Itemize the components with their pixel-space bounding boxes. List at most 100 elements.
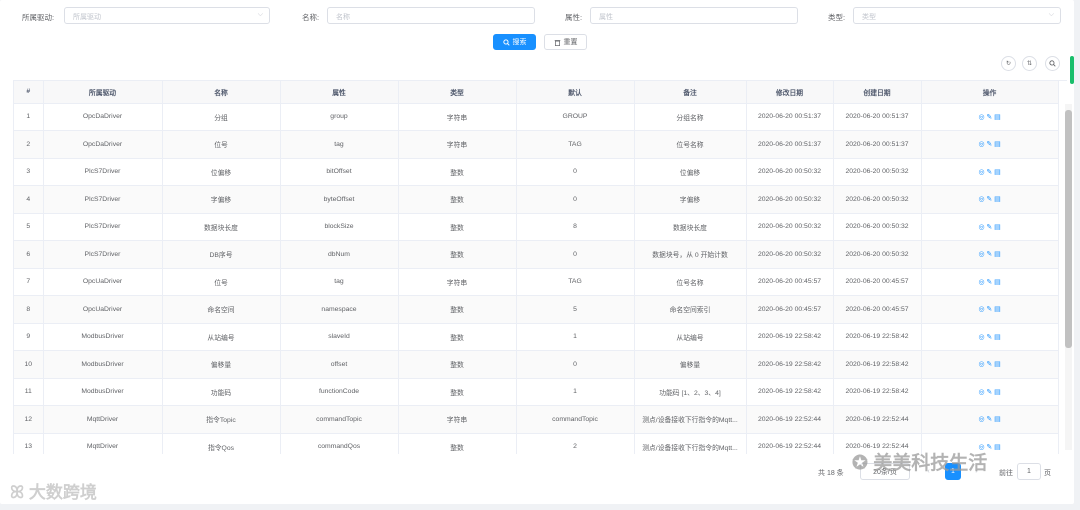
- delete-icon[interactable]: ▤: [994, 251, 1000, 258]
- eye-icon[interactable]: ◎: [978, 334, 984, 341]
- eye-icon[interactable]: ◎: [978, 224, 984, 231]
- eye-icon[interactable]: ◎: [978, 251, 984, 258]
- delete-icon[interactable]: ▤: [994, 306, 1000, 313]
- table-row[interactable]: 10 ModbusDriver 偏移量 offset 整数 0 偏移量 2020-06-19 …: [14, 350, 1059, 379]
- column-header[interactable]: 所属驱动: [43, 81, 163, 104]
- eye-icon[interactable]: ◎: [978, 141, 984, 148]
- table-cell: 分组: [162, 103, 281, 131]
- column-header[interactable]: 属性: [280, 81, 399, 104]
- eye-icon[interactable]: ◎: [978, 389, 984, 396]
- search-icon: [502, 38, 510, 46]
- table-cell: 偏移量: [634, 350, 747, 379]
- table-cell: 2020-06-19 22:58:42: [833, 350, 922, 379]
- edit-icon[interactable]: ✎: [986, 141, 992, 148]
- attr-input-placeholder: 属性: [599, 14, 613, 21]
- delete-icon[interactable]: ▤: [994, 196, 1000, 203]
- delete-icon[interactable]: ▤: [994, 334, 1000, 341]
- table-row[interactable]: 3 PlcS7Driver 位偏移 bitOffset 整数 0 位偏移 2020-06-20…: [14, 158, 1059, 186]
- column-header[interactable]: 创建日期: [833, 81, 922, 104]
- table-cell: 字偏移: [634, 185, 747, 214]
- table-cell: 整数: [398, 295, 517, 324]
- table-row[interactable]: 8 OpcUaDriver 命名空间 namespace 整数 5 命名空间索引 2020-0…: [14, 295, 1059, 324]
- search-button[interactable]: 搜索: [493, 34, 536, 50]
- table-cell: 5: [14, 213, 44, 241]
- column-header[interactable]: 类型: [398, 81, 517, 104]
- table-cell: offset: [280, 350, 399, 379]
- eye-icon[interactable]: ◎: [978, 361, 984, 368]
- reset-button[interactable]: 重置: [544, 34, 587, 50]
- eye-icon[interactable]: ◎: [978, 196, 984, 203]
- table-row[interactable]: 7 OpcUaDriver 位号 tag 字符串 TAG 位号名称 2020-06-20 00…: [14, 268, 1059, 296]
- name-input[interactable]: 名称: [327, 7, 535, 24]
- edit-icon[interactable]: ✎: [986, 334, 992, 341]
- table-row[interactable]: 9 ModbusDriver 从站编号 slaveId 整数 1 从站编号 2020-06-1…: [14, 323, 1059, 351]
- table-cell: 1: [516, 378, 635, 406]
- eye-icon[interactable]: ◎: [978, 279, 984, 286]
- edit-icon[interactable]: ✎: [986, 444, 992, 451]
- table-row[interactable]: 12 MqttDriver 指令Topic commandTopic 字符串 comman…: [14, 405, 1059, 434]
- table-scrollbar-thumb[interactable]: [1065, 110, 1072, 348]
- edit-icon[interactable]: ✎: [986, 196, 992, 203]
- eye-icon[interactable]: ◎: [978, 416, 984, 423]
- table-cell: 2020-06-19 22:58:42: [833, 323, 922, 351]
- table-row[interactable]: 4 PlcS7Driver 字偏移 byteOffset 整数 0 字偏移 2020-06-2…: [14, 185, 1059, 214]
- table-row[interactable]: 1 OpcDaDriver 分组 group 字符串 GROUP 分组名称 2020-06-2…: [14, 103, 1059, 131]
- row-actions: ◎ ✎ ▤: [921, 185, 1059, 214]
- table-cell: 数据块号，从 0 开始计数: [634, 240, 747, 269]
- table-cell: 2020-06-20 00:51:37: [833, 130, 922, 159]
- watermark-right: ✪ 美美科技生活: [852, 448, 987, 475]
- delete-icon[interactable]: ▤: [994, 169, 1000, 176]
- column-header[interactable]: 修改日期: [746, 81, 834, 104]
- edit-icon[interactable]: ✎: [986, 389, 992, 396]
- table-cell: TAG: [516, 130, 635, 159]
- table-row[interactable]: 6 PlcS7Driver DB序号 dbNum 整数 0 数据块号，从 0 开始计数 202…: [14, 240, 1059, 269]
- row-actions: ◎ ✎ ▤: [921, 268, 1059, 296]
- delete-icon[interactable]: ▤: [994, 224, 1000, 231]
- edit-icon[interactable]: ✎: [986, 114, 992, 121]
- goto-label: 前往: [999, 470, 1013, 477]
- delete-icon[interactable]: ▤: [994, 389, 1000, 396]
- delete-icon[interactable]: ▤: [994, 279, 1000, 286]
- table-cell: 2020-06-20 00:50:32: [746, 185, 834, 214]
- column-header[interactable]: 名称: [162, 81, 281, 104]
- edit-icon[interactable]: ✎: [986, 169, 992, 176]
- column-header[interactable]: 默认: [516, 81, 635, 104]
- column-header[interactable]: 备注: [634, 81, 747, 104]
- table-cell: ModbusDriver: [43, 350, 163, 379]
- column-header[interactable]: #: [14, 81, 44, 104]
- edit-icon[interactable]: ✎: [986, 251, 992, 258]
- edit-icon[interactable]: ✎: [986, 224, 992, 231]
- edit-icon[interactable]: ✎: [986, 306, 992, 313]
- watermark-right-text: 美美科技生活: [873, 453, 988, 474]
- eye-icon[interactable]: ◎: [978, 114, 984, 121]
- edit-icon[interactable]: ✎: [986, 279, 992, 286]
- driver-select[interactable]: 所属驱动 ⌵: [64, 7, 270, 24]
- eye-icon[interactable]: ◎: [978, 306, 984, 313]
- edit-icon[interactable]: ✎: [986, 361, 992, 368]
- attr-input[interactable]: 属性: [590, 7, 798, 24]
- delete-icon[interactable]: ▤: [994, 114, 1000, 121]
- refresh-icon: ↻: [1005, 61, 1012, 67]
- filter-icon: ⇅: [1026, 61, 1033, 67]
- table-cell: commandQos: [280, 433, 399, 454]
- table-row[interactable]: 5 PlcS7Driver 数据块长度 blockSize 整数 8 数据块长度 2020-0…: [14, 213, 1059, 241]
- table-cell: 0: [516, 158, 635, 186]
- delete-icon[interactable]: ▤: [994, 444, 1000, 451]
- eye-icon[interactable]: ◎: [978, 169, 984, 176]
- table-cell: 10: [14, 350, 44, 379]
- table-cell: PlcS7Driver: [43, 240, 163, 269]
- table-cell: 12: [14, 405, 44, 434]
- refresh-button[interactable]: ↻: [1001, 56, 1016, 71]
- type-select[interactable]: 类型 ⌵: [853, 7, 1061, 24]
- delete-icon[interactable]: ▤: [994, 361, 1000, 368]
- delete-icon[interactable]: ▤: [994, 416, 1000, 423]
- search-toggle-button[interactable]: [1045, 56, 1060, 71]
- columns-button[interactable]: ⇅: [1022, 56, 1037, 71]
- table-row[interactable]: 11 ModbusDriver 功能码 functionCode 整数 1 功能码 [1、2…: [14, 378, 1059, 406]
- table-cell: 整数: [398, 240, 517, 269]
- delete-icon[interactable]: ▤: [994, 141, 1000, 148]
- table-row[interactable]: 2 OpcDaDriver 位号 tag 字符串 TAG 位号名称 2020-06-20 00…: [14, 130, 1059, 159]
- goto-page-input[interactable]: 1: [1017, 463, 1041, 480]
- edit-icon[interactable]: ✎: [986, 416, 992, 423]
- table-cell: DB序号: [162, 240, 281, 269]
